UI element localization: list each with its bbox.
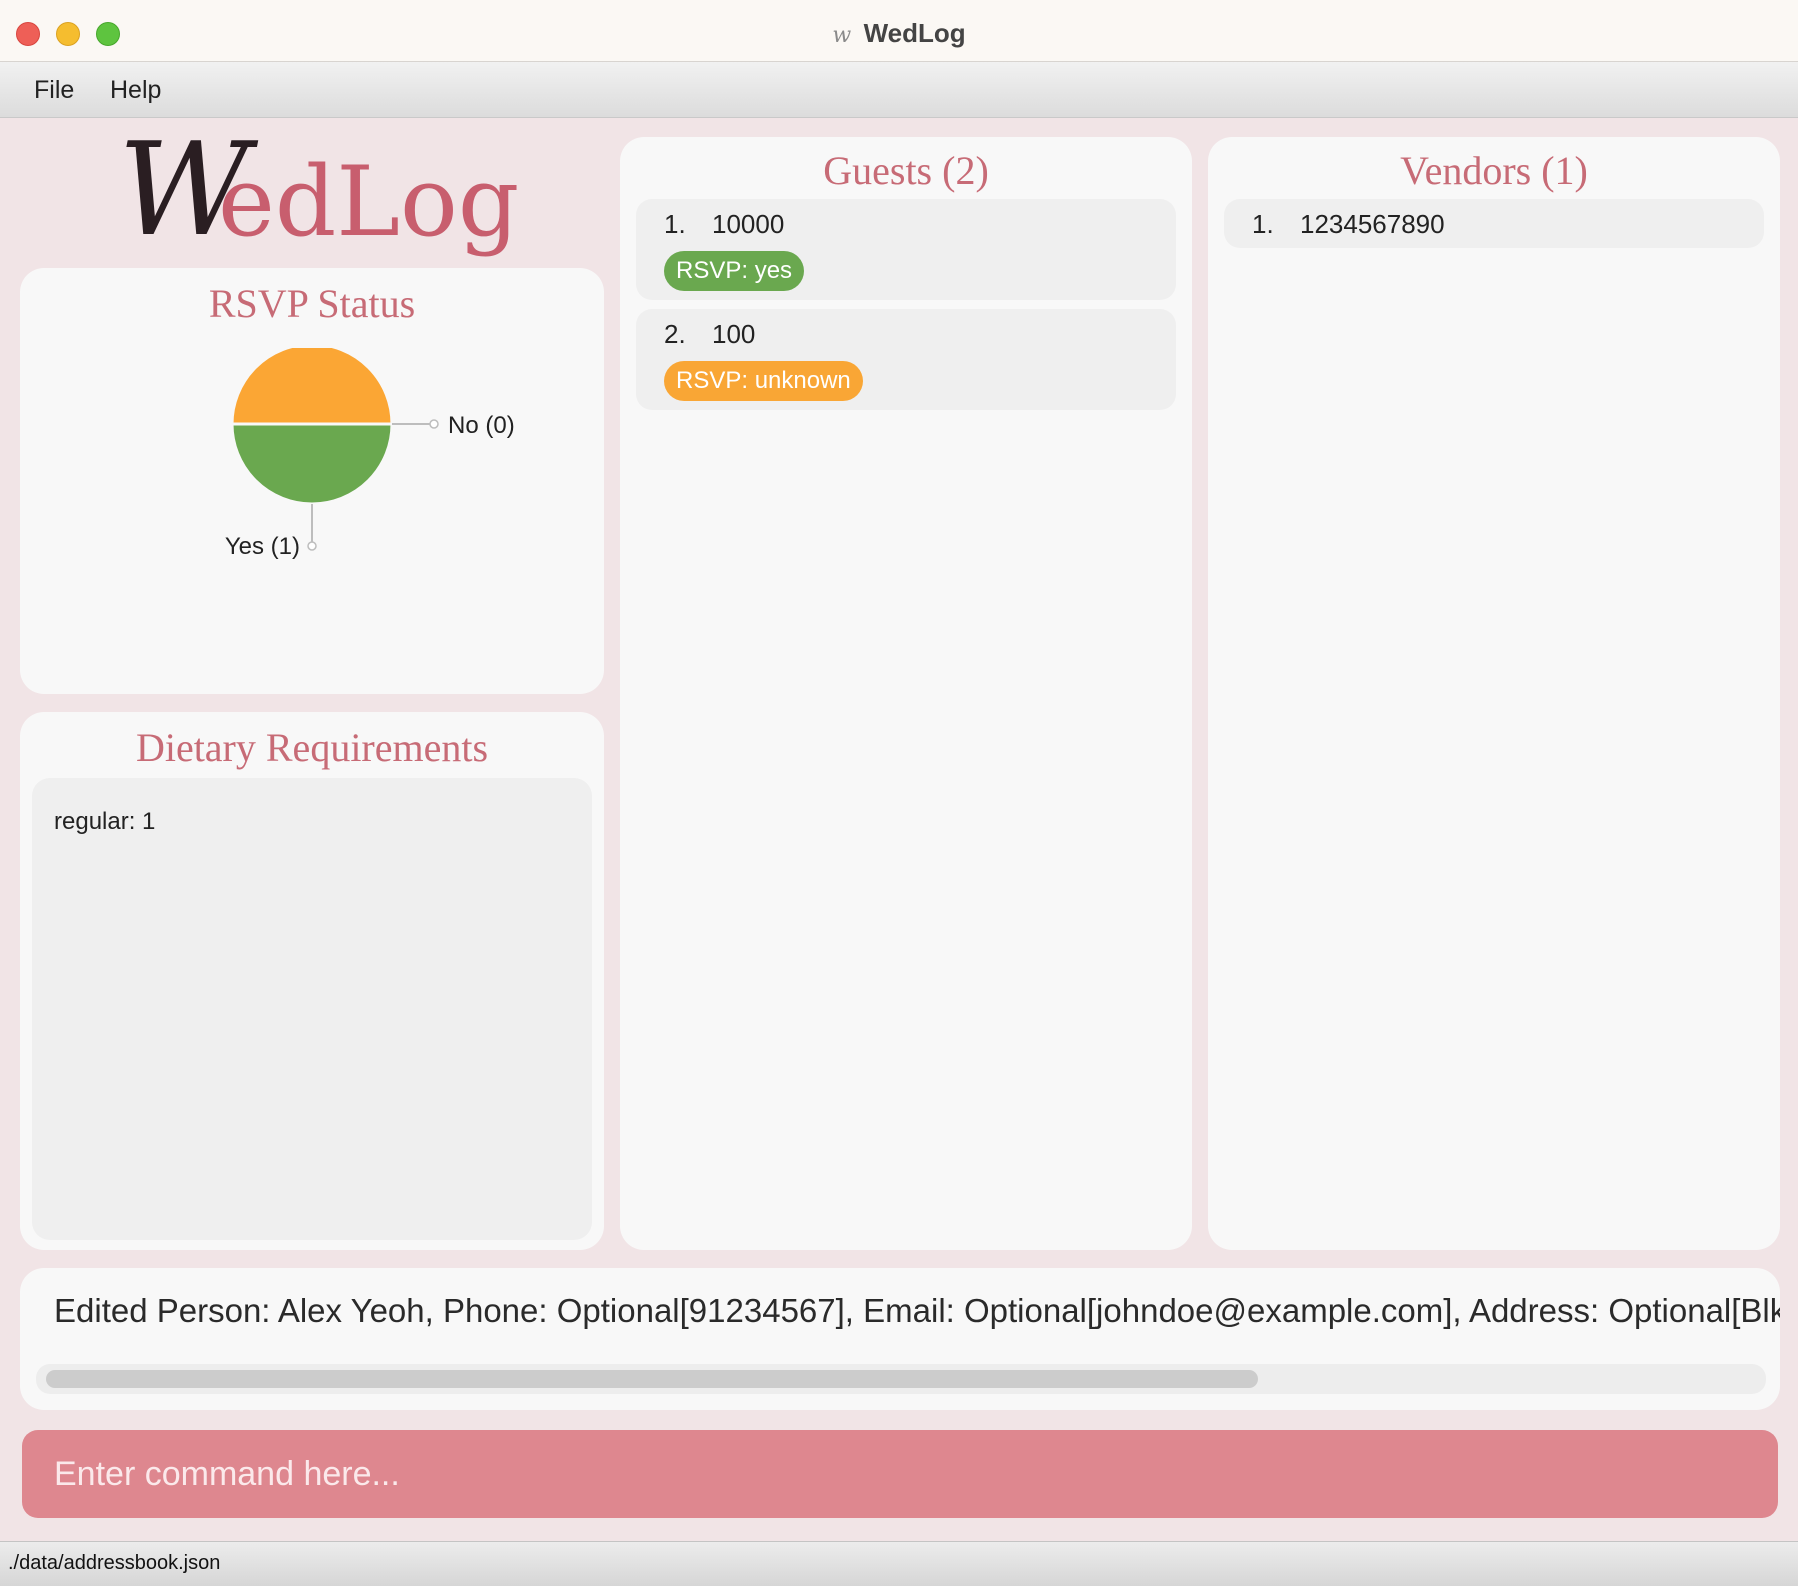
pie-yes-leader-dot [307,541,317,551]
pie-no-label: No (0) [448,412,515,439]
dietary-list: regular: 1 [32,778,592,1240]
rsvp-status-panel: RSVP Status Unknown (1)No (0)Yes (1) [20,268,604,694]
horizontal-scrollbar[interactable] [36,1364,1766,1394]
menu-help[interactable]: Help [110,76,161,105]
vendor-index: 1. [1252,209,1274,239]
guest-index: 2. [664,319,686,349]
pie-slice-unknown [230,348,394,426]
rsvp-status-title: RSVP Status [208,281,416,326]
guests-title: Guests (2) [823,148,989,193]
wedlog-logo: W edLog [118,116,519,265]
dietary-title: Dietary Requirements [135,725,489,770]
pie-slice-yes [230,422,394,506]
menu-bar: File Help [0,62,1798,118]
vendors-title: Vendors (1) [1400,148,1588,193]
wedlog-mini-icon: w [832,23,852,48]
guest-name: 100 [712,319,756,349]
window-title: WedLog [863,18,966,48]
scrollbar-thumb[interactable] [46,1370,1258,1388]
logo-text: edLog [218,146,520,258]
pie-yes-label: Yes (1) [225,533,300,560]
dietary-requirements-panel: Dietary Requirements regular: 1 [20,712,604,1250]
rsvp-unknown-tag: RSVP: unknown [664,361,863,401]
menu-file[interactable]: File [34,76,74,105]
title-bar: w WedLog [0,0,1798,62]
vendor-card-1[interactable]: 1. 1234567890 [1224,199,1764,248]
status-bar: ./data/addressbook.json [0,1541,1798,1586]
guests-panel: Guests (2) 1. 10000 RSVP: yes 2. 100 RSV… [620,137,1192,1250]
pie-slices [230,348,394,506]
guest-index: 1. [664,209,686,239]
command-input[interactable] [22,1430,1778,1518]
vendors-panel: Vendors (1) 1. 1234567890 [1208,137,1780,1250]
result-display: Edited Person: Alex Yeoh, Phone: Optiona… [20,1268,1780,1410]
guest-card-2[interactable]: 2. 100 RSVP: unknown [636,309,1176,410]
dietary-item: regular: 1 [54,808,156,835]
guest-card-1[interactable]: 1. 10000 RSVP: yes [636,199,1176,300]
rsvp-yes-tag: RSVP: yes [664,251,805,291]
guest-name: 10000 [712,209,785,239]
result-text: Edited Person: Alex Yeoh, Phone: Optiona… [54,1292,1780,1329]
pie-no-leader-dot [429,419,439,429]
vendor-name: 1234567890 [1300,209,1445,239]
rsvp-pie-chart: Unknown (1)No (0)Yes (1) [225,348,515,560]
data-file-path: ./data/addressbook.json [8,1552,221,1574]
